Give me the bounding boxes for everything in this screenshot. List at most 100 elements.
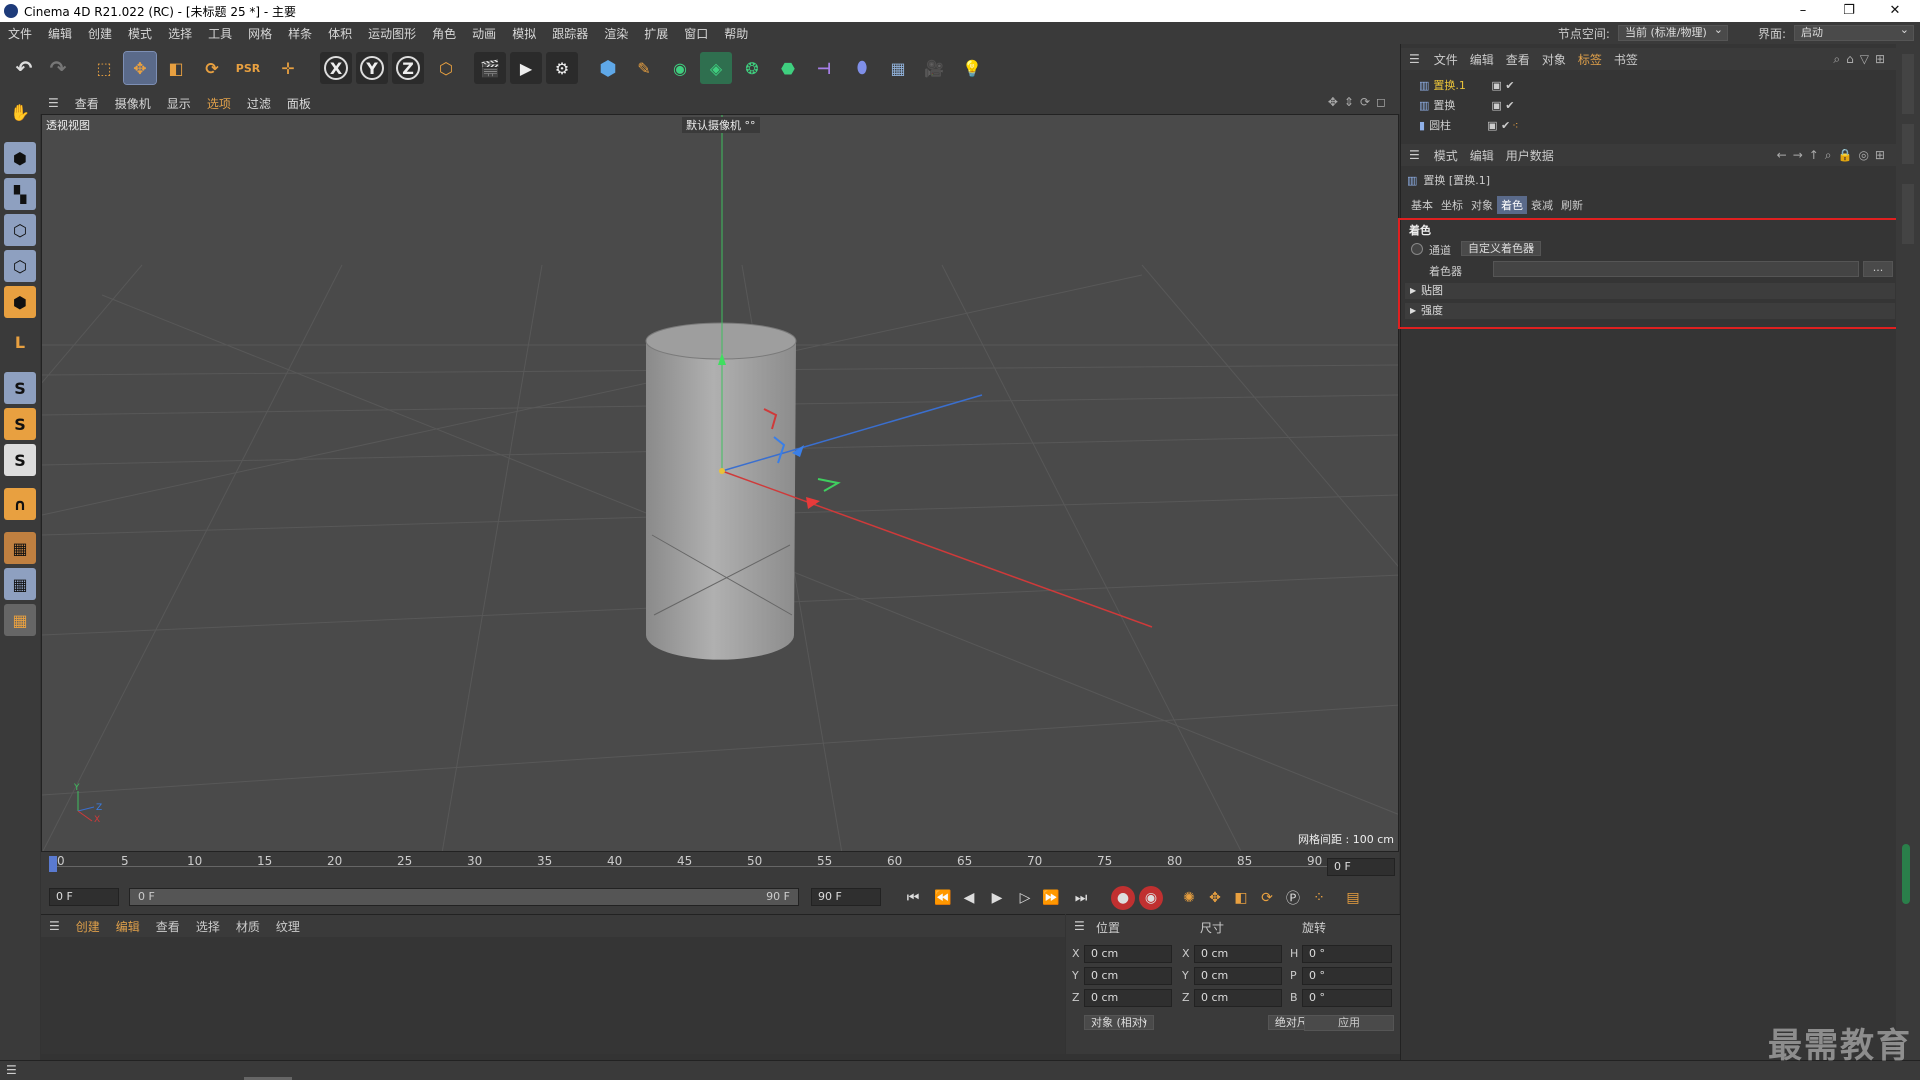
go-to-end-icon[interactable]: ⏭ [1069,886,1093,910]
points-mode-icon[interactable]: ⬡ [4,214,36,246]
tab-falloff[interactable]: 衰减 [1527,196,1557,214]
attribute-menu-mode[interactable]: 模式 [1428,147,1464,164]
key-pla-icon[interactable]: ⁘ [1307,886,1331,910]
tab-basic[interactable]: 基本 [1407,196,1437,214]
key-selection-icon[interactable]: ✺ [1177,886,1201,910]
tab-coordinates[interactable]: 坐标 [1437,196,1467,214]
axis-mode-icon[interactable]: L [4,326,36,358]
coord-mode-dropdown[interactable]: 对象 (相对) [1084,1015,1155,1030]
model-mode-icon[interactable]: ⬢ [4,142,36,174]
solo-hierarchy-icon[interactable]: S [4,444,36,476]
key-scale-icon[interactable]: ◧ [1229,886,1253,910]
pos-y-field[interactable]: 0 cm [1084,967,1172,985]
render-settings-icon[interactable]: ⚙ [546,52,578,84]
attribute-nav-icons[interactable]: ←→↑⌕🔒◎⊞ [1777,148,1891,163]
object-row-cylinder[interactable]: ▮ 圆柱 ▣ ✔ ⁖ [1401,115,1897,135]
timeline-ruler[interactable]: 0 5 10 15 20 25 30 35 40 45 50 55 60 65 … [41,852,1399,882]
object-menu-edit[interactable]: 编辑 [1464,51,1500,68]
timeline-window-icon[interactable]: ▤ [1341,886,1365,910]
shader-more-button[interactable]: ... [1863,261,1893,277]
size-z-field[interactable]: 0 cm [1194,989,1282,1007]
render-view-icon[interactable]: 🎬 [474,52,506,84]
autokey-icon[interactable]: ◉ [1139,886,1163,910]
menu-mograph[interactable]: 运动图形 [360,25,424,42]
menu-animate[interactable]: 动画 [464,25,504,42]
previous-frame-icon[interactable]: ◀ [957,886,981,910]
material-menu-texture[interactable]: 纹理 [268,918,308,935]
menu-file[interactable]: 文件 [0,25,40,42]
rot-b-field[interactable]: 0 ° [1302,989,1392,1007]
viewport-menu-cameras[interactable]: 摄像机 [107,95,159,112]
record-keys-icon[interactable]: ● [1111,886,1135,910]
menu-simulate[interactable]: 模拟 [504,25,544,42]
menu-tools[interactable]: 工具 [200,25,240,42]
render-picture-viewer-icon[interactable]: ▶ [510,52,542,84]
solo-off-icon[interactable]: S [4,372,36,404]
material-menu-material[interactable]: 材质 [228,918,268,935]
visibility-icon[interactable]: ▣ ✔ [1491,79,1514,92]
field-icon[interactable]: ⬮ [846,52,878,84]
deformer-icon[interactable]: ⊣ [808,52,840,84]
material-menu-create[interactable]: 创建 [68,918,108,935]
side-tab-attributes[interactable] [1902,184,1914,244]
size-y-field[interactable]: 0 cm [1194,967,1282,985]
menu-character[interactable]: 角色 [424,25,464,42]
object-row-displace[interactable]: ▥ 置换 ▣ ✔ [1401,95,1897,115]
start-frame-field[interactable]: 0 F [49,888,119,906]
pen-spline-icon[interactable]: ✎ [628,52,660,84]
make-editable-icon[interactable]: ✋ [4,96,36,128]
key-position-icon[interactable]: ✥ [1203,886,1227,910]
shader-slot[interactable] [1493,261,1859,277]
material-menu-edit[interactable]: 编辑 [108,918,148,935]
coordinate-system-icon[interactable]: ⬡ [430,52,462,84]
active-camera-label[interactable]: 默认摄像机 °° [682,117,760,133]
restore-button[interactable]: ❐ [1826,0,1872,22]
object-menu-icon[interactable]: ☰ [1401,52,1428,66]
floor-icon[interactable]: ▦ [882,52,914,84]
timeline-playhead[interactable] [49,856,57,872]
preview-range-slider[interactable]: 0 F 90 F [129,888,799,906]
cloner-icon[interactable]: ❂ [736,52,768,84]
undo-icon[interactable]: ↶ [8,52,40,84]
rot-p-field[interactable]: 0 ° [1302,967,1392,985]
rotate-tool-icon[interactable]: ⟳ [196,52,228,84]
redo-icon[interactable]: ↷ [42,52,74,84]
object-manager-tool-icons[interactable]: ⌕⌂▽⊞ [1833,52,1891,67]
x-axis-lock-icon[interactable]: X [320,52,352,84]
pos-z-field[interactable]: 0 cm [1084,989,1172,1007]
scale-tool-icon[interactable]: ◧ [160,52,192,84]
viewport-menu-filter[interactable]: 过滤 [239,95,279,112]
size-x-field[interactable]: 0 cm [1194,945,1282,963]
current-frame-field[interactable]: 0 F [1327,858,1395,876]
hamburger-icon[interactable]: ☰ [40,96,67,110]
attribute-menu-icon[interactable]: ☰ [1401,148,1428,162]
menu-help[interactable]: 帮助 [716,25,756,42]
node-space-dropdown[interactable]: 当前 (标准/物理) [1617,23,1728,41]
menu-mesh[interactable]: 网格 [240,25,280,42]
cube-object-icon[interactable]: ⬢ [592,52,624,84]
coord-menu-icon[interactable]: ☰ [1074,919,1085,933]
menu-edit[interactable]: 编辑 [40,25,80,42]
attribute-menu-user-data[interactable]: 用户数据 [1500,147,1560,164]
menu-create[interactable]: 创建 [80,25,120,42]
object-row-displace-1[interactable]: ▥ 置换.1 ▣ ✔ [1401,75,1897,95]
cylinder-object[interactable] [645,322,797,660]
y-axis-lock-icon[interactable]: Y [356,52,388,84]
play-icon[interactable]: ▶ [985,886,1009,910]
group-texture[interactable]: ▶ 贴图 [1405,283,1895,299]
menu-tracker[interactable]: 跟踪器 [544,25,596,42]
menu-volume[interactable]: 体积 [320,25,360,42]
viewport-menu-display[interactable]: 显示 [159,95,199,112]
group-strength[interactable]: ▶ 强度 [1405,303,1895,319]
tab-object[interactable]: 对象 [1467,196,1497,214]
menu-select[interactable]: 选择 [160,25,200,42]
add-tool-icon[interactable]: ✛ [272,52,304,84]
visibility-icon[interactable]: ▣ ✔ [1491,99,1514,112]
pos-x-field[interactable]: 0 cm [1084,945,1172,963]
perspective-viewport[interactable]: 透视视图 默认摄像机 °° 网格间距 : 100 cm Y Z X [41,114,1399,852]
next-key-icon[interactable]: ⏩ [1039,886,1063,910]
next-frame-icon[interactable]: ▷ [1013,886,1037,910]
texture-mode-icon[interactable]: ▚ [4,178,36,210]
viewport-menu-options[interactable]: 选项 [199,95,239,112]
key-parameter-icon[interactable]: Ⓟ [1281,886,1305,910]
